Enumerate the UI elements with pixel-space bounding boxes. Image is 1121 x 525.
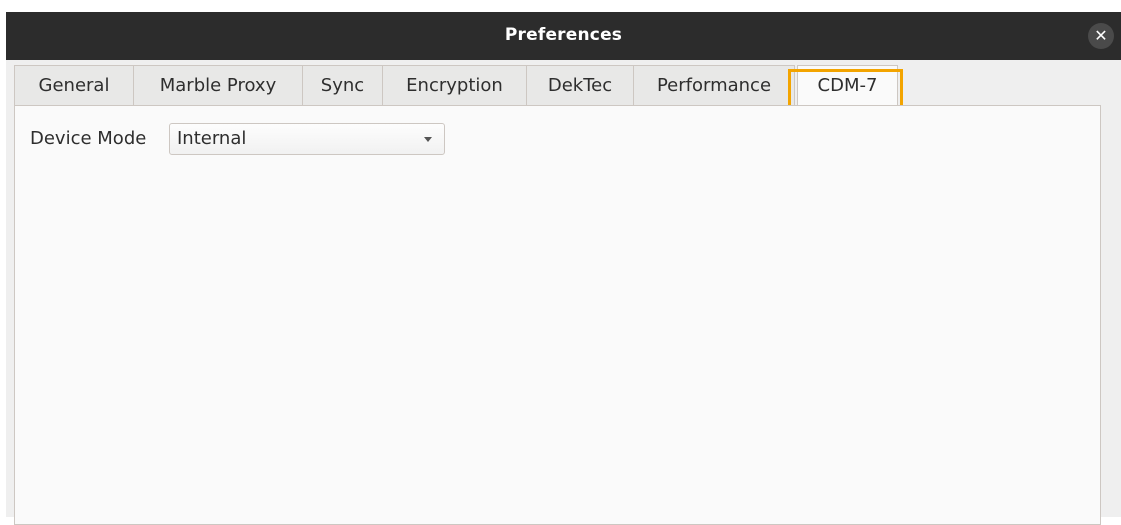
tab-dektec[interactable]: DekTec — [526, 65, 634, 105]
title-bar: Preferences ✕ — [6, 12, 1121, 60]
dropdown-arrow-icon — [424, 137, 432, 142]
device-mode-label: Device Mode — [30, 128, 147, 149]
cdm7-settings-panel: Device Mode Internal — [14, 105, 1101, 525]
device-mode-value: Internal — [177, 128, 247, 149]
tab-marble-proxy[interactable]: Marble Proxy — [133, 65, 303, 105]
tab-encryption[interactable]: Encryption — [382, 65, 527, 105]
tab-cdm-7[interactable]: CDM-7 — [797, 65, 898, 107]
close-icon: ✕ — [1094, 26, 1108, 45]
window-title: Preferences — [504, 25, 623, 45]
tab-performance[interactable]: Performance — [633, 65, 795, 105]
device-mode-select[interactable]: Internal — [169, 123, 445, 155]
tab-sync[interactable]: Sync — [302, 65, 383, 105]
close-button[interactable]: ✕ — [1088, 23, 1114, 49]
tab-general[interactable]: General — [14, 65, 134, 105]
